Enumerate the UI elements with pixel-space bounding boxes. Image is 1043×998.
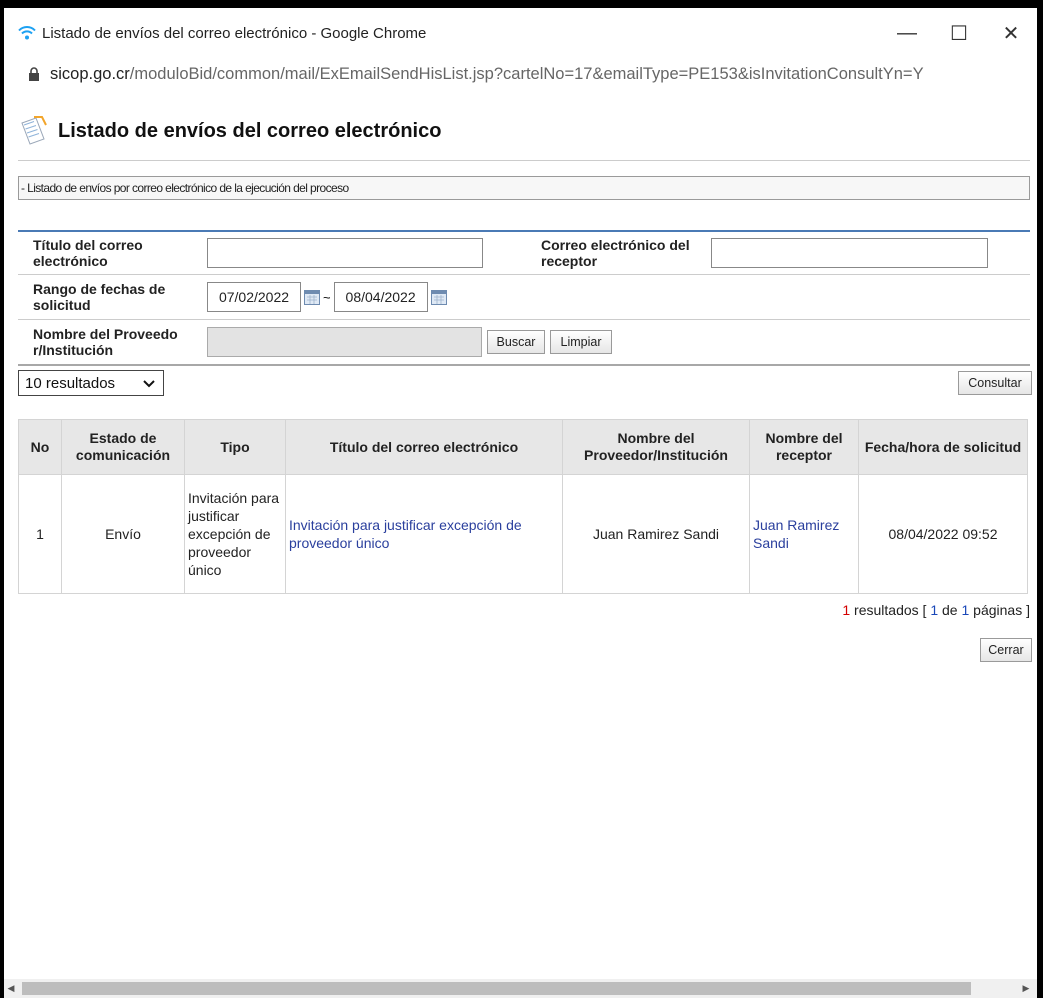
receiver-link[interactable]: Juan Ramirez Sandi <box>753 517 839 551</box>
col-titulo: Título del correo electrónico <box>285 419 563 475</box>
page-size-value: 10 resultados <box>25 374 116 392</box>
chevron-down-icon <box>143 375 155 392</box>
table-row: 1 Envío Invitación para justificar excep… <box>18 474 1028 594</box>
page-title: Listado de envíos del correo electrónico <box>58 119 442 142</box>
results-count: 1 <box>842 602 851 618</box>
email-title-input[interactable] <box>207 238 483 268</box>
col-fecha: Fecha/hora de solicitud <box>858 419 1028 475</box>
search-row-provider: Nombre del Proveedo r/Institución Buscar … <box>18 320 1030 366</box>
address-bar[interactable]: sicop.go.cr/moduloBid/common/mail/ExEmai… <box>4 58 1037 90</box>
cell-titulo: Invitación para justificar excepción de … <box>285 474 563 594</box>
receiver-email-label: Correo electrónico del receptor <box>541 237 690 269</box>
pagination-info: 1 resultados [ 1 de 1 páginas ] <box>18 602 1030 618</box>
divider <box>18 160 1030 161</box>
scrollbar-thumb[interactable] <box>22 982 971 995</box>
col-no: No <box>18 419 62 475</box>
lock-icon <box>28 67 44 81</box>
table-header-row: No Estado de comunicación Tipo Título de… <box>18 419 1028 475</box>
maximize-button[interactable]: ☐ <box>933 8 985 58</box>
results-table: No Estado de comunicación Tipo Título de… <box>18 419 1028 594</box>
pager-de: de <box>938 602 962 618</box>
email-title-link[interactable]: Invitación para justificar excepción de … <box>289 517 522 551</box>
wifi-icon <box>16 26 38 40</box>
date-to-input[interactable]: 08/04/2022 <box>333 282 428 312</box>
close-button[interactable]: ✕ <box>985 8 1037 58</box>
calendar-icon[interactable] <box>430 289 447 305</box>
page-header: Listado de envíos del correo electrónico <box>18 108 1030 154</box>
date-range-label: Rango de fechas de solicitud <box>33 281 166 313</box>
cell-estado: Envío <box>61 474 185 594</box>
results-controls: 10 resultados Consultar <box>18 370 1032 396</box>
pager-paginas: páginas ] <box>969 602 1030 618</box>
cell-receptor: Juan Ramirez Sandi <box>749 474 859 594</box>
browser-window: Listado de envíos del correo electrónico… <box>4 8 1037 998</box>
date-separator: ~ <box>323 289 331 305</box>
cell-fecha: 08/04/2022 09:52 <box>858 474 1028 594</box>
limpiar-button[interactable]: Limpiar <box>550 330 612 354</box>
cell-tipo: Invitación para justificar excepción de … <box>184 474 286 594</box>
col-proveedor: Nombre del Proveedor/Institución <box>562 419 750 475</box>
email-title-label: Título del correo electrónico <box>33 237 143 269</box>
consultar-button[interactable]: Consultar <box>958 371 1032 395</box>
col-receptor: Nombre del receptor <box>749 419 859 475</box>
calendar-icon[interactable] <box>304 289 320 305</box>
url-host: sicop.go.cr <box>50 64 130 83</box>
cell-proveedor: Juan Ramirez Sandi <box>562 474 750 594</box>
notepad-icon <box>18 115 48 147</box>
scroll-right-icon[interactable]: ▶ <box>1019 983 1033 994</box>
receiver-email-input[interactable] <box>711 238 988 268</box>
url-path: /moduloBid/common/mail/ExEmailSendHisLis… <box>129 64 924 83</box>
page-content: Listado de envíos del correo electrónico… <box>18 108 1032 662</box>
window-title: Listado de envíos del correo electrónico… <box>42 24 427 42</box>
date-from-input[interactable]: 07/02/2022 <box>207 282 301 312</box>
buscar-button[interactable]: Buscar <box>487 330 545 354</box>
current-page-link[interactable]: 1 <box>930 602 938 618</box>
search-panel: Título del correo electrónico Correo ele… <box>18 230 1030 366</box>
provider-input[interactable] <box>207 327 482 357</box>
search-row-date: Rango de fechas de solicitud 07/02/2022 … <box>18 275 1030 320</box>
search-row-title: Título del correo electrónico Correo ele… <box>18 232 1030 275</box>
cell-no: 1 <box>18 474 62 594</box>
url-text: sicop.go.cr/moduloBid/common/mail/ExEmai… <box>50 65 924 84</box>
pager-text: resultados [ <box>850 602 931 618</box>
title-bar: Listado de envíos del correo electrónico… <box>4 8 1037 58</box>
page-size-select[interactable]: 10 resultados <box>18 370 164 396</box>
col-tipo: Tipo <box>184 419 286 475</box>
cerrar-button[interactable]: Cerrar <box>980 638 1032 662</box>
provider-label: Nombre del Proveedo r/Institución <box>33 326 178 358</box>
horizontal-scrollbar[interactable]: ◀ ▶ <box>4 979 1037 998</box>
minimize-button[interactable]: — <box>881 8 933 58</box>
section-subtitle: - Listado de envíos por correo electróni… <box>18 176 1030 200</box>
col-estado: Estado de comunicación <box>61 419 185 475</box>
scroll-left-icon[interactable]: ◀ <box>4 983 18 994</box>
